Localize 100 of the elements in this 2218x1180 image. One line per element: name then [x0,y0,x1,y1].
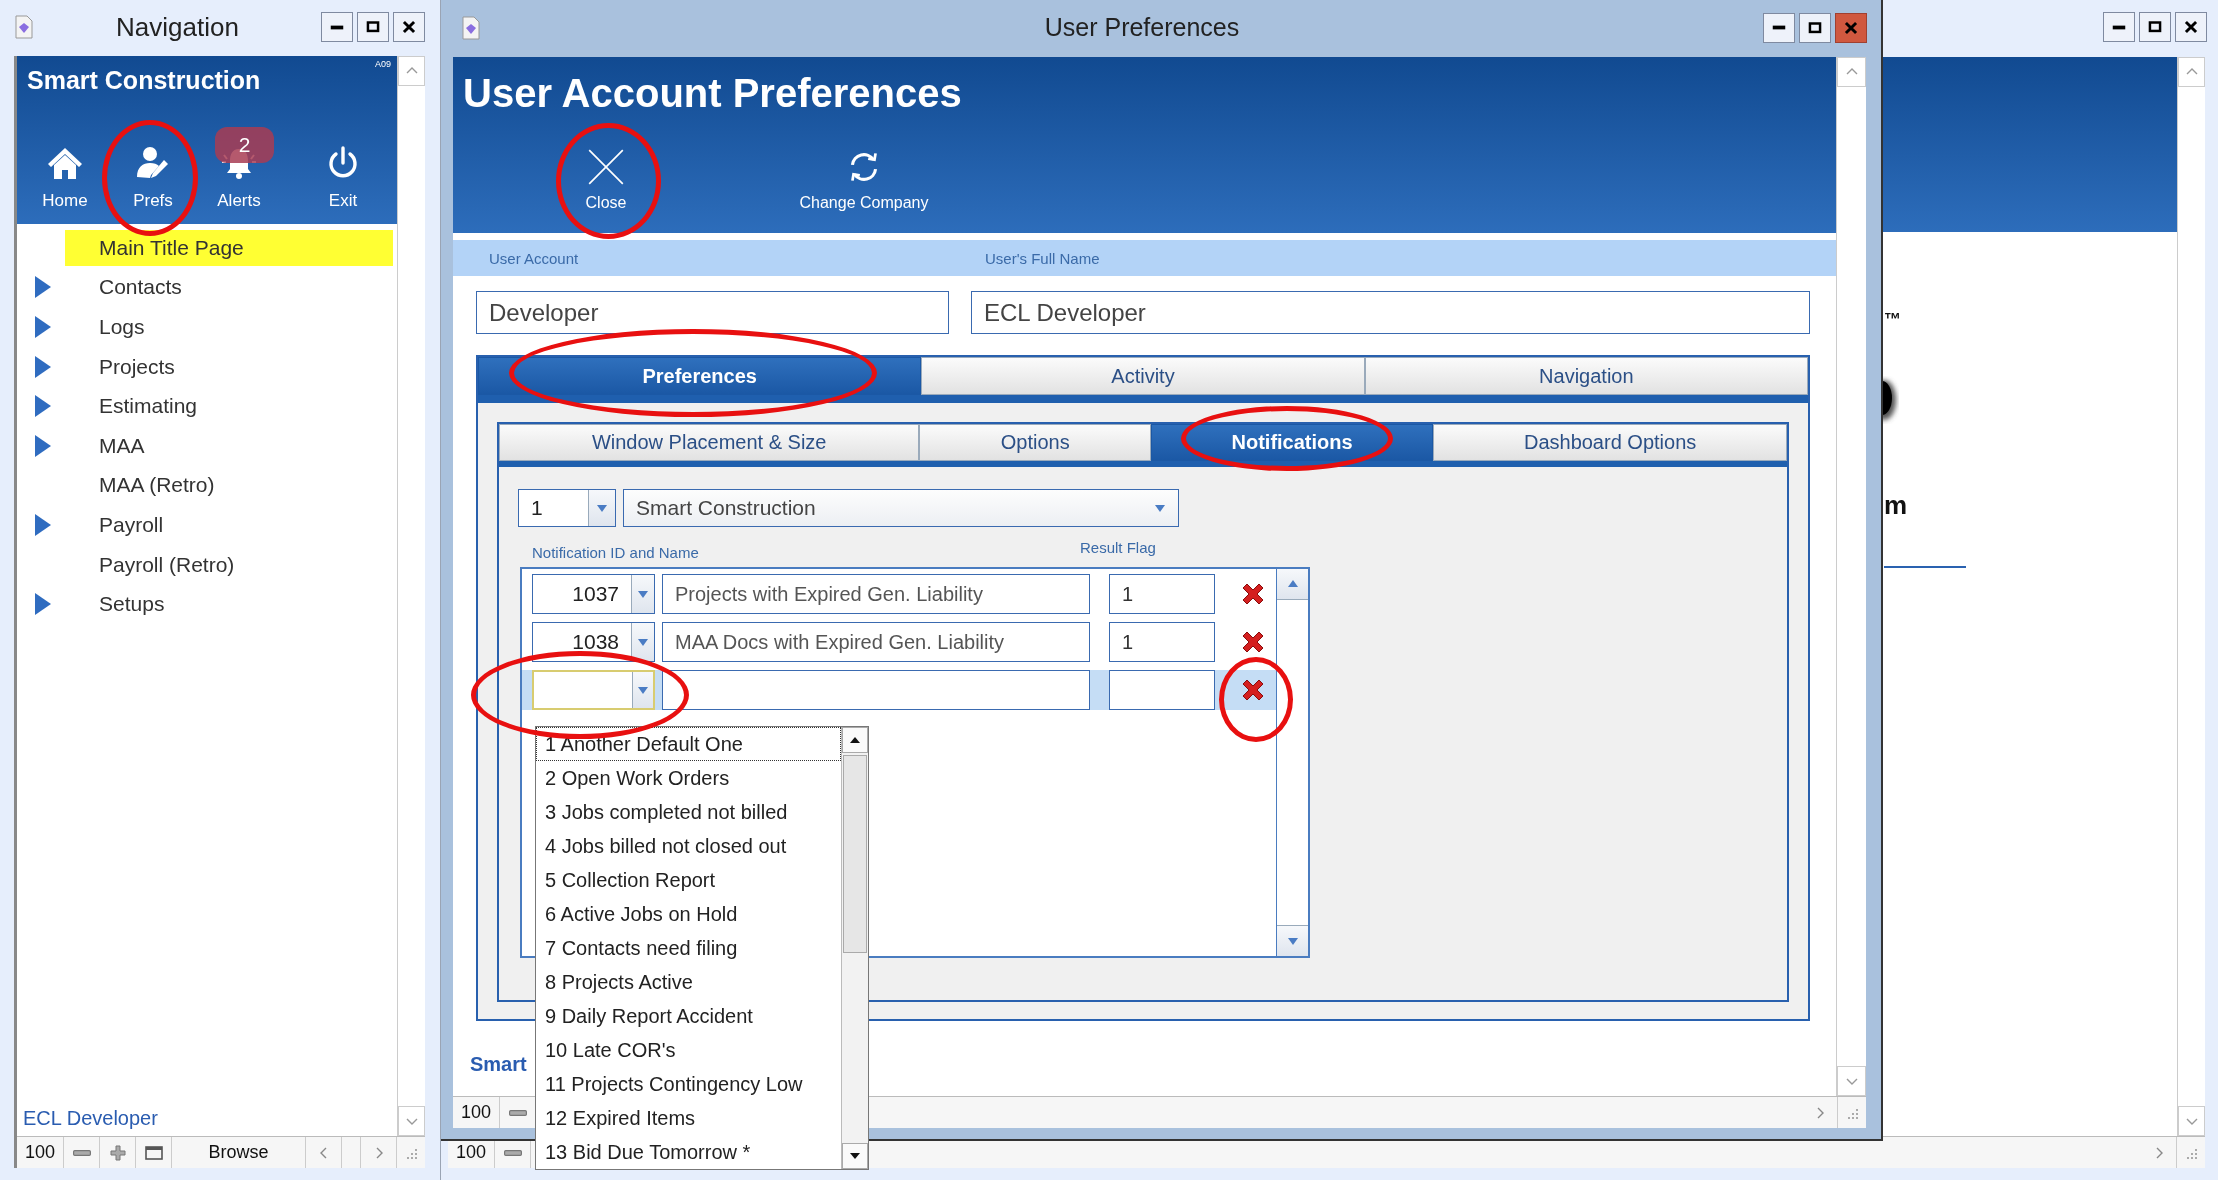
dropdown-arrow-icon [637,637,649,647]
user-name: ECL Developer [22,1107,159,1131]
dropdown-option[interactable]: 12 Expired Items [536,1101,841,1135]
dropdown-arrow-icon [1154,503,1166,513]
dropdown-option[interactable]: 5 Collection Report [536,863,841,897]
result-flag-field[interactable]: 1 [1109,622,1215,662]
dropdown-option[interactable]: 2 Open Work Orders [536,761,841,795]
dropdown-option[interactable]: 4 Jobs billed not closed out [536,829,841,863]
minimize-button[interactable] [321,12,353,42]
trademark-text: ™ [1884,310,1901,330]
window-title: Navigation [115,11,240,43]
close-button[interactable] [1835,12,1867,43]
scroll-thumb[interactable] [843,755,867,953]
dropdown-option[interactable]: 7 Contacts need filing [536,931,841,965]
close-icon [400,18,418,36]
dropdown-arrow-icon [637,685,649,695]
minimize-button[interactable] [2103,12,2135,42]
notification-id-dropdown[interactable]: 1037 [532,574,655,614]
menu-item[interactable]: Logs [65,309,393,345]
notification-name-field[interactable]: Projects with Expired Gen. Liability [662,574,1090,614]
result-flag-field[interactable] [1109,670,1215,710]
dropdown-option[interactable]: 6 Active Jobs on Hold [536,897,841,931]
dropdown-option[interactable]: 3 Jobs completed not billed [536,795,841,829]
column-label: Result Flag [1080,539,1156,556]
menu-item[interactable]: MAA (Retro) [65,467,393,504]
minimize-button[interactable] [1763,12,1795,43]
expand-arrow-icon[interactable] [34,394,52,419]
refresh-button[interactable]: Change Company [769,146,959,212]
tab[interactable]: Activity [921,357,1365,395]
menu-item[interactable]: Payroll (Retro) [65,546,393,583]
exit-button[interactable]: Exit [308,127,378,211]
expand-arrow-icon[interactable] [34,512,52,537]
dropdown-option[interactable]: 9 Daily Report Accident [536,999,841,1033]
field-label: User Account [489,249,580,267]
minimize-icon [1772,25,1786,30]
plus-icon [107,1142,128,1163]
maximize-button[interactable] [357,12,389,42]
logo-text: m [1884,490,1908,521]
minus-icon [72,1149,91,1156]
down-arrow-icon [1286,936,1299,946]
dropdown-arrow-icon [637,589,649,599]
minimize-icon [2112,24,2126,30]
dropdown-option[interactable]: 10 Late COR's [536,1033,841,1067]
scroll-down-button[interactable] [842,1143,868,1169]
menu-item[interactable]: Projects [65,348,393,385]
scroll-up-button[interactable] [842,727,868,753]
menu-item[interactable]: MAA [65,427,393,464]
dropdown-arrow-icon [596,503,608,513]
menu-item[interactable]: Setups [65,586,393,623]
tab[interactable]: Window Placement & Size [499,424,920,461]
tab[interactable]: Navigation [1364,357,1808,395]
app-icon [461,15,481,40]
tab[interactable]: Dashboard Options [1433,424,1787,461]
dropdown-option[interactable]: 1 Another Default One [536,727,841,761]
company-dropdown[interactable]: Smart Construction [623,489,1179,527]
app-icon [14,15,34,39]
close-button[interactable] [2175,12,2207,42]
page-heading: User Account Preferences [463,71,962,115]
field-label: User's Full Name [985,249,1100,267]
alerts-button[interactable]: Alerts 2 [204,127,274,211]
result-flag-field[interactable]: 1 [1109,574,1215,614]
expand-arrow-icon[interactable] [34,433,52,458]
menu-item[interactable]: Main Title Page [65,229,393,266]
menu-item[interactable]: Payroll [65,506,393,543]
footer-text: Smart [469,1053,528,1076]
expand-arrow-icon[interactable] [34,315,52,339]
expand-arrow-icon[interactable] [34,354,52,379]
tab[interactable]: Options [919,424,1151,461]
notification-name-field[interactable]: MAA Docs with Expired Gen. Liability [662,622,1090,662]
minimize-icon [330,24,344,30]
window-title: User Preferences [1043,13,1241,42]
expand-arrow-icon[interactable] [34,275,52,300]
maximize-button[interactable] [1799,12,1831,43]
text-field[interactable]: Developer [476,291,949,334]
minus-icon [503,1149,522,1156]
prefs-button[interactable]: Prefs [118,127,188,211]
dropdown-option[interactable]: 11 Projects Contingency Low [536,1067,841,1101]
tab[interactable]: Notifications [1150,424,1434,461]
close-button[interactable]: Close [571,146,641,212]
text-field[interactable]: ECL Developer [971,291,1810,334]
menu-item[interactable]: Estimating [65,388,393,425]
expand-arrow-icon[interactable] [34,592,52,617]
home-button[interactable]: Home [30,127,100,211]
up-arrow-icon [1286,579,1299,589]
version-tag: A09 [375,59,391,69]
menu-item[interactable]: Contacts [65,269,393,306]
company-number-dropdown[interactable]: 1 [518,489,616,527]
close-button[interactable] [393,12,425,42]
column-label: Notification ID and Name [531,544,700,561]
notification-id-dropdown[interactable]: 1038 [532,622,655,662]
dropdown-option[interactable]: 8 Projects Active [536,965,841,999]
maximize-button[interactable] [2139,12,2171,42]
app-name: Smart Construction [27,66,261,94]
tab[interactable]: Preferences [478,357,922,395]
close-icon [2182,18,2200,36]
down-arrow-icon [849,1151,861,1161]
notification-name-field[interactable] [662,670,1090,710]
up-arrow-icon [849,735,861,745]
dropdown-option[interactable]: 13 Bid Due Tomorrow * [536,1135,841,1169]
minus-icon [508,1109,527,1116]
